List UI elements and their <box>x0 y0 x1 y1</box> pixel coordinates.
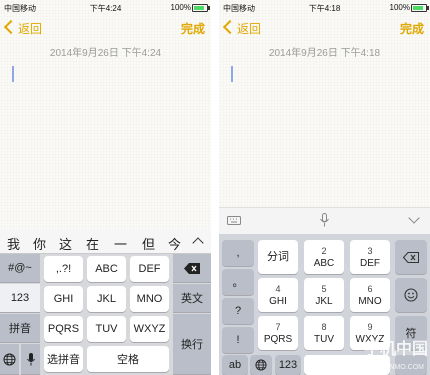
punctuation-key[interactable]: ,.?! <box>44 256 83 282</box>
watermark-sub: CNMO.COM <box>384 364 424 371</box>
done-button[interactable]: 完成 <box>181 20 205 37</box>
key-label: MNO <box>358 295 382 307</box>
key-label: 分词 <box>267 251 289 263</box>
right-phone: 中国移动 下午4:18 100% 返回 完成 2014年9月26日 下午4:18… <box>219 0 430 375</box>
fenci-key[interactable]: 分词 <box>258 240 298 274</box>
text-cursor <box>231 66 233 82</box>
key-label: ABC <box>313 257 335 269</box>
number-key[interactable]: 123 <box>0 284 40 312</box>
delete-icon <box>184 262 200 274</box>
keyboard-icon[interactable] <box>227 216 241 225</box>
keyboard-t9-sogou: , 。 ? ! 分词 2 ABC 3 DEF 4 GHI 5 JKL 6 MNO 7 PQR… <box>219 234 430 375</box>
delete-icon <box>403 251 419 263</box>
jkl-key[interactable]: 5 JKL <box>304 278 344 312</box>
back-button[interactable]: 返回 <box>3 19 43 37</box>
space-key[interactable]: 空格 <box>87 346 169 372</box>
key-number: 9 <box>367 321 373 332</box>
ghi-key[interactable]: GHI <box>44 286 83 312</box>
globe-icon <box>255 359 267 371</box>
def-key[interactable]: DEF <box>130 256 169 282</box>
ab-key[interactable]: ab <box>222 355 248 375</box>
key-label: DEF <box>360 257 380 269</box>
def-key[interactable]: 3 DEF <box>350 240 390 274</box>
delete-key[interactable] <box>395 240 427 274</box>
battery-percent: 100% <box>389 3 410 12</box>
battery-percent: 100% <box>170 3 191 12</box>
globe-key[interactable] <box>250 355 272 375</box>
back-label: 返回 <box>18 22 43 36</box>
candidate[interactable]: 你 <box>33 234 46 253</box>
return-key[interactable]: 换行 <box>173 314 211 374</box>
candidate[interactable]: 这 <box>59 234 72 253</box>
smiley-icon <box>404 288 418 302</box>
pinyin-key[interactable]: 拼音 <box>0 314 40 342</box>
choose-pinyin-key[interactable]: 选拼音 <box>44 346 83 372</box>
candidate[interactable]: 我 <box>7 234 20 253</box>
question-key[interactable]: ? <box>222 298 254 324</box>
exclaim-key[interactable]: ! <box>222 327 254 353</box>
delete-key[interactable] <box>173 254 211 282</box>
abc-key[interactable]: 2 ABC <box>304 240 344 274</box>
mno-key[interactable]: 6 MNO <box>350 278 390 312</box>
keyboard-t9-pinyin: 我 你 这 在 一 但 今 #@~ ,.?! ABC DEF 123 GHI J… <box>0 229 211 375</box>
number-key[interactable]: 123 <box>275 355 301 375</box>
status-bar: 中国移动 下午4:18 100% <box>219 0 430 14</box>
nav-bar: 返回 完成 <box>0 14 211 42</box>
period-key[interactable]: 。 <box>222 269 254 295</box>
microphone-icon[interactable] <box>320 213 329 227</box>
nav-bar: 返回 完成 <box>219 14 430 42</box>
done-button[interactable]: 完成 <box>400 20 424 37</box>
chevron-down-icon[interactable] <box>408 212 420 224</box>
status-bar: 中国移动 下午4:24 100% <box>0 0 211 14</box>
battery-icon <box>411 4 429 12</box>
microphone-key[interactable] <box>21 344 40 374</box>
key-number: 3 <box>367 245 373 256</box>
back-button[interactable]: 返回 <box>222 19 262 37</box>
chevron-up-icon[interactable] <box>192 237 204 249</box>
key-number: 4 <box>275 283 281 294</box>
key-number: 6 <box>367 283 373 294</box>
note-date: 2014年9月26日 下午4:18 <box>268 48 381 59</box>
candidate[interactable]: 但 <box>142 234 155 253</box>
key-number: 5 <box>321 283 327 294</box>
abc-key[interactable]: ABC <box>87 256 126 282</box>
tuv-key[interactable]: TUV <box>87 316 126 342</box>
key-grid: #@~ ,.?! ABC DEF 123 GHI JKL MNO 英文 拼音 P… <box>0 254 211 375</box>
pqrs-key[interactable]: PQRS <box>44 316 83 342</box>
jkl-key[interactable]: JKL <box>87 286 126 312</box>
key-label: PQRS <box>263 333 293 345</box>
back-label: 返回 <box>237 22 262 36</box>
ghi-key[interactable]: 4 GHI <box>258 278 298 312</box>
key-number: 2 <box>321 245 327 256</box>
left-phone: 中国移动 下午4:24 100% 返回 完成 2014年9月26日 下午4:24… <box>0 0 211 375</box>
key-label: JKL <box>315 295 333 307</box>
key-label: GHI <box>269 295 287 307</box>
candidate[interactable]: 一 <box>114 234 127 253</box>
battery-icon <box>192 4 210 12</box>
symbols-key[interactable]: #@~ <box>0 254 40 282</box>
chevron-left-icon <box>222 19 238 35</box>
key-label: TUV <box>314 333 334 345</box>
candidate[interactable]: 在 <box>86 234 99 253</box>
wxyz-key[interactable]: WXYZ <box>130 316 169 342</box>
candidate[interactable]: 今 <box>168 234 181 253</box>
note-date: 2014年9月26日 下午4:24 <box>49 48 162 59</box>
emoji-key[interactable] <box>395 278 427 312</box>
globe-icon <box>3 353 16 365</box>
mno-key[interactable]: MNO <box>130 286 169 312</box>
chevron-left-icon <box>3 19 19 35</box>
globe-key[interactable] <box>0 344 19 374</box>
key-number: 7 <box>275 321 281 332</box>
candidate-bar: 我 你 这 在 一 但 今 <box>0 229 211 254</box>
microphone-icon <box>26 352 35 365</box>
pqrs-key[interactable]: 7 PQRS <box>258 316 298 350</box>
keyboard-toolbar <box>219 207 430 234</box>
key-number: 8 <box>321 321 327 332</box>
english-key[interactable]: 英文 <box>173 284 211 312</box>
watermark: 手机中国 <box>363 341 428 358</box>
text-cursor <box>12 66 14 82</box>
comma-key[interactable]: , <box>222 240 254 266</box>
tuv-key[interactable]: 8 TUV <box>304 316 344 350</box>
